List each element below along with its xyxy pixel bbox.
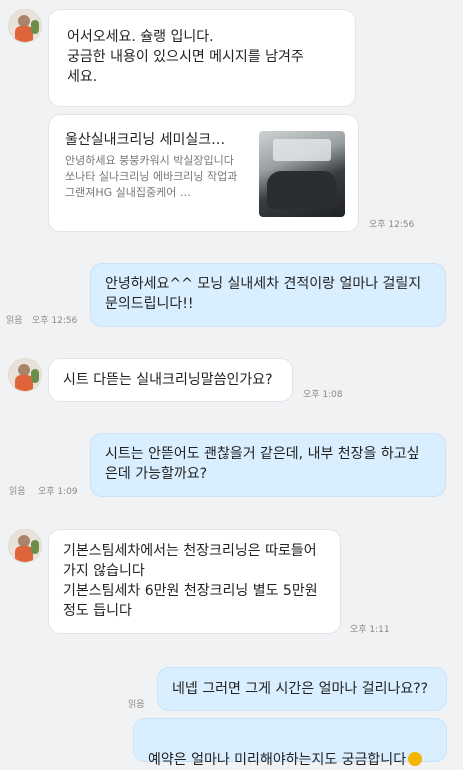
avatar[interactable] xyxy=(8,529,42,563)
message-time: 오후 1:11 xyxy=(350,625,390,635)
message-text: 예약은 얼마나 미리해야하는지도 궁금합니다 xyxy=(148,752,407,768)
read-receipt: 읽음 xyxy=(9,487,26,497)
avatar-plant xyxy=(31,540,39,554)
avatar[interactable] xyxy=(8,358,42,392)
avatar[interactable] xyxy=(8,9,42,43)
avatar-plant xyxy=(31,369,39,383)
card-title: 울산실내크리닝 세미실크… xyxy=(65,132,226,148)
message-time: 오후 1:08 xyxy=(303,390,343,400)
card-description: 안녕하세요 붕붕카워시 박실장입니다 쏘나타 실나크리닝 에바크리닝 작업과 그… xyxy=(65,154,238,199)
incoming-message: 어서오세요. 슐랭 입니다. 궁금한 내용이 있으시면 메시지를 남겨주 세요. xyxy=(48,9,356,107)
thumbnail-window xyxy=(273,139,331,161)
message-time: 오후 12:56 xyxy=(32,316,78,326)
thumbnail-seat xyxy=(267,171,337,209)
smile-emoji-icon xyxy=(408,752,423,766)
incoming-message: 기본스팀세차에서는 천장크리닝은 따로들어 가지 않습니다 기본스팀세차 6만원… xyxy=(48,529,341,634)
card-thumbnail-image xyxy=(259,131,345,217)
read-receipt: 읽음 xyxy=(6,316,23,326)
message-time: 오후 12:56 xyxy=(369,220,415,230)
outgoing-message: 안녕하세요^^ 모닝 실내세차 견적이랑 얼마나 걸릴지 문의드립니다!! xyxy=(90,263,446,327)
avatar-plant xyxy=(31,20,39,34)
link-preview-card[interactable]: 울산실내크리닝 세미실크… 안녕하세요 붕붕카워시 박실장입니다 쏘나타 실나크… xyxy=(48,114,359,232)
outgoing-message: 예약은 얼마나 미리해야하는지도 궁금합니다 xyxy=(133,718,447,768)
message-time: 오후 1:09 xyxy=(38,487,78,497)
read-receipt: 읽음 xyxy=(128,700,145,710)
incoming-message: 시트 다뜯는 실내크리닝말씀인가요? xyxy=(48,358,293,402)
outgoing-message: 네넵 그러면 그게 시간은 얼마나 걸리나요?? xyxy=(157,667,447,711)
outgoing-message: 시트는 안뜯어도 괜찮을거 같은데, 내부 천장을 하고싶 은데 가능할까요? xyxy=(90,433,446,497)
